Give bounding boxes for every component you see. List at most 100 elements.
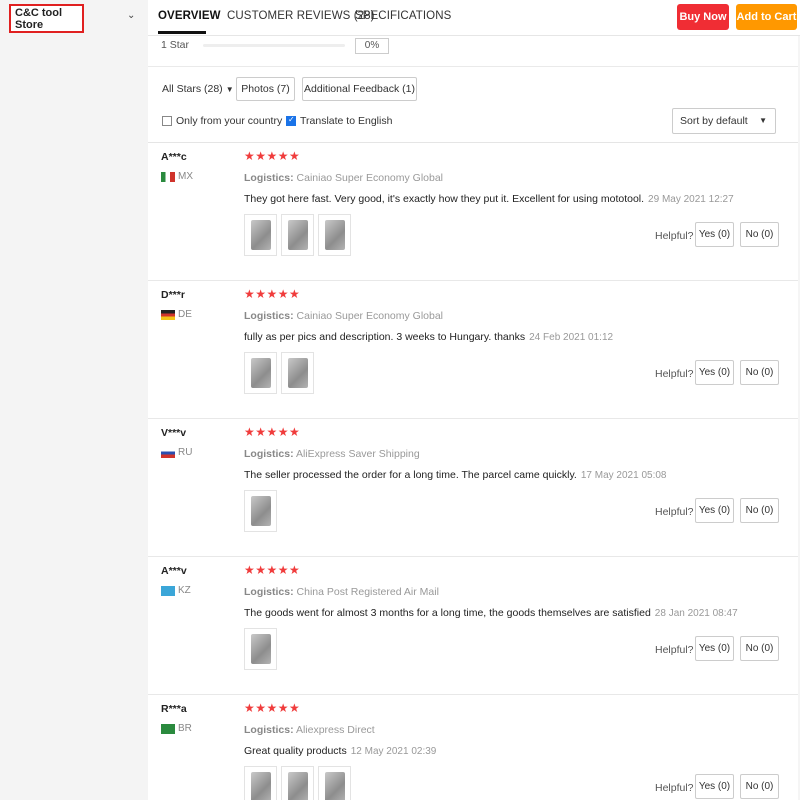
checkbox-checked-icon xyxy=(286,115,296,126)
reviewer-name: D***r xyxy=(161,289,185,301)
logistics-method: China Post Registered Air Mail xyxy=(296,586,439,598)
review-item: R***a BR ★★★★★ Logistics: Aliexpress Dir… xyxy=(148,695,798,800)
translate-checkbox[interactable]: Translate to English xyxy=(286,115,392,127)
helpful-yes-button[interactable]: Yes (0) xyxy=(695,774,734,799)
review-date: 17 May 2021 05:08 xyxy=(580,470,667,481)
reviewer-name: A***v xyxy=(161,565,187,577)
country-flag-icon xyxy=(161,310,175,320)
active-tab-indicator xyxy=(158,31,206,34)
rating-bar xyxy=(203,44,345,47)
helpful-yes-button[interactable]: Yes (0) xyxy=(695,222,734,247)
review-photos xyxy=(244,352,314,394)
helpful-label: Helpful? xyxy=(655,368,694,380)
chevron-down-icon: ▼ xyxy=(225,85,234,94)
review-text-line: The goods went for almost 3 months for a… xyxy=(244,607,738,619)
helpful-no-button[interactable]: No (0) xyxy=(740,360,779,385)
store-name-button[interactable]: C&C tool Store xyxy=(9,4,84,33)
helpful-label: Helpful? xyxy=(655,230,694,242)
translate-label: Translate to English xyxy=(300,115,393,127)
chevron-down-icon: ▼ xyxy=(759,116,767,125)
sort-select[interactable]: Sort by default ▼ xyxy=(672,108,776,134)
helpful-label: Helpful? xyxy=(655,506,694,518)
review-photos xyxy=(244,214,351,256)
review-photo-thumbnail[interactable] xyxy=(318,766,351,800)
tab-customer-reviews[interactable]: CUSTOMER REVIEWS (28) xyxy=(227,10,375,22)
review-item: V***v RU ★★★★★ Logistics: AliExpress Sav… xyxy=(148,419,798,557)
review-text-line: Great quality products 12 May 2021 02:39 xyxy=(244,745,436,757)
review-photos xyxy=(244,628,277,670)
review-text: The goods went for almost 3 months for a… xyxy=(244,607,651,619)
only-country-checkbox[interactable]: Only from your country xyxy=(162,115,282,127)
review-date: 29 May 2021 12:27 xyxy=(648,194,734,205)
logistics-label: Logistics: xyxy=(244,310,294,322)
additional-feedback-filter-button[interactable]: Additional Feedback (1) xyxy=(302,77,417,101)
helpful-yes-button[interactable]: Yes (0) xyxy=(695,498,734,523)
review-date: 12 May 2021 02:39 xyxy=(350,746,437,757)
chevron-down-icon[interactable]: ⌄ xyxy=(127,10,135,21)
review-photo-thumbnail[interactable] xyxy=(244,766,277,800)
logistics-info: Logistics: Cainiao Super Economy Global xyxy=(244,172,443,184)
add-to-cart-button[interactable]: Add to Cart xyxy=(736,4,797,30)
logistics-info: Logistics: Cainiao Super Economy Global xyxy=(244,310,443,322)
review-photo-thumbnail[interactable] xyxy=(244,628,277,670)
star-rating: ★★★★★ xyxy=(244,563,301,577)
logistics-info: Logistics: Aliexpress Direct xyxy=(244,724,375,736)
all-stars-label: All Stars (28) xyxy=(162,83,223,95)
helpful-yes-button[interactable]: Yes (0) xyxy=(695,636,734,661)
review-text-line: fully as per pics and description. 3 wee… xyxy=(244,331,613,343)
logistics-label: Logistics: xyxy=(244,172,294,184)
rating-percent: 0% xyxy=(355,38,389,54)
logistics-info: Logistics: China Post Registered Air Mai… xyxy=(244,586,439,598)
star-rating: ★★★★★ xyxy=(244,149,301,163)
reviewer-country: MX xyxy=(178,171,193,182)
reviewer-name: V***v xyxy=(161,427,187,439)
helpful-yes-button[interactable]: Yes (0) xyxy=(695,360,734,385)
review-photo-thumbnail[interactable] xyxy=(281,352,314,394)
star-rating: ★★★★★ xyxy=(244,287,301,301)
logistics-method: Aliexpress Direct xyxy=(295,724,375,736)
helpful-no-button[interactable]: No (0) xyxy=(740,498,779,523)
rating-breakdown-row: 1 Star 0% xyxy=(161,38,391,54)
country-flag-icon xyxy=(161,448,175,458)
reviewer-name: A***c xyxy=(161,151,187,163)
country-flag-icon xyxy=(161,724,175,734)
review-photo-thumbnail[interactable] xyxy=(318,214,351,256)
logistics-method: Cainiao Super Economy Global xyxy=(296,172,444,184)
logistics-label: Logistics: xyxy=(244,586,294,598)
reviewer-country: KZ xyxy=(178,585,191,596)
review-photo-thumbnail[interactable] xyxy=(281,766,314,800)
review-text: The seller processed the order for a lon… xyxy=(244,469,577,481)
star-rating: ★★★★★ xyxy=(244,425,301,439)
review-photos xyxy=(244,490,277,532)
divider xyxy=(148,66,798,67)
tab-overview[interactable]: OVERVIEW xyxy=(158,10,221,22)
helpful-no-button[interactable]: No (0) xyxy=(740,222,779,247)
reviewer-country: RU xyxy=(178,447,193,458)
helpful-no-button[interactable]: No (0) xyxy=(740,636,779,661)
review-date: 24 Feb 2021 01:12 xyxy=(529,332,614,343)
helpful-label: Helpful? xyxy=(655,782,694,794)
helpful-label: Helpful? xyxy=(655,644,694,656)
review-text: They got here fast. Very good, it's exac… xyxy=(244,193,645,205)
reviews-panel: 1 Star 0% All Stars (28) ▼ Photos (7) Add… xyxy=(148,36,798,800)
review-item: A***c MX ★★★★★ Logistics: Cainiao Super … xyxy=(148,143,798,281)
review-photo-thumbnail[interactable] xyxy=(244,352,277,394)
reviewer-country: DE xyxy=(178,309,192,320)
review-photo-thumbnail[interactable] xyxy=(244,490,277,532)
country-flag-icon xyxy=(161,586,175,596)
tab-specifications[interactable]: SPECIFICATIONS xyxy=(355,10,451,22)
review-photo-thumbnail[interactable] xyxy=(281,214,314,256)
logistics-method: Cainiao Super Economy Global xyxy=(296,310,444,322)
logistics-method: AliExpress Saver Shipping xyxy=(295,448,420,460)
helpful-no-button[interactable]: No (0) xyxy=(740,774,779,799)
review-photos xyxy=(244,766,351,800)
star-rating: ★★★★★ xyxy=(244,701,301,715)
store-name: C&C tool Store xyxy=(15,6,63,31)
buy-now-button[interactable]: Buy Now xyxy=(677,4,729,30)
review-photo-thumbnail[interactable] xyxy=(244,214,277,256)
all-stars-dropdown[interactable]: All Stars (28) ▼ xyxy=(162,83,234,95)
review-text-line: The seller processed the order for a lon… xyxy=(244,469,666,481)
photos-filter-button[interactable]: Photos (7) xyxy=(236,77,295,101)
reviewer-name: R***a xyxy=(161,703,187,715)
logistics-info: Logistics: AliExpress Saver Shipping xyxy=(244,448,420,460)
